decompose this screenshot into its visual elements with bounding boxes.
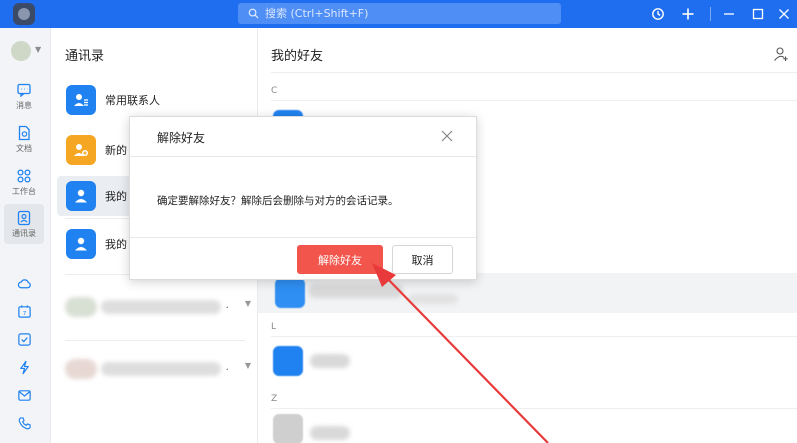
- calendar-icon[interactable]: 7: [15, 302, 33, 320]
- titlebar-divider: [710, 7, 711, 21]
- svg-text:7: 7: [22, 311, 26, 317]
- my-groups-icon: [66, 229, 96, 259]
- new-friends-icon: [66, 135, 96, 165]
- search-icon: [248, 8, 259, 19]
- letter-index: L: [271, 322, 277, 332]
- friend-avatar[interactable]: [273, 346, 303, 376]
- nav-label-docs: 文档: [16, 143, 32, 153]
- letter-index: Z: [271, 394, 278, 404]
- task-icon[interactable]: [15, 330, 33, 348]
- divider: [271, 336, 797, 337]
- search-placeholder: 搜索 (Ctrl+Shift+F): [265, 7, 369, 20]
- divider: [271, 72, 797, 73]
- unfriend-dialog: 解除好友 确定要解除好友？解除后会删除与对方的会话记录。 解除好友 取消: [129, 116, 477, 280]
- blurred-name: [101, 300, 221, 314]
- chat-icon: [17, 83, 31, 97]
- confirm-unfriend-button[interactable]: 解除好友: [297, 245, 383, 274]
- minimize-icon[interactable]: [719, 4, 739, 24]
- nav-item-contacts[interactable]: 通讯录: [4, 204, 44, 244]
- nav-item-workbench[interactable]: 工作台: [4, 162, 44, 202]
- user-avatar[interactable]: [11, 41, 31, 61]
- contact-category-label: 我的: [105, 190, 127, 203]
- contact-group-row[interactable]: . ▼: [65, 358, 251, 380]
- contact-category-label: 常用联系人: [105, 94, 160, 107]
- divider: [271, 100, 797, 101]
- frequent-contacts-icon: [66, 85, 96, 115]
- blurred-name: [101, 362, 221, 376]
- letter-index: C: [271, 86, 278, 96]
- nav-label-workbench: 工作台: [12, 186, 36, 196]
- contacts-icon: [17, 210, 31, 225]
- nav-item-messages[interactable]: 消息: [4, 76, 44, 116]
- my-friends-icon: [66, 181, 96, 211]
- friend-avatar[interactable]: [273, 414, 303, 443]
- dialog-divider: [130, 156, 476, 157]
- add-friend-icon[interactable]: [773, 46, 789, 62]
- lightning-icon[interactable]: [15, 358, 33, 376]
- contacts-title: 通讯录: [65, 49, 105, 64]
- document-icon: [18, 125, 30, 140]
- friends-title: 我的好友: [271, 49, 324, 64]
- divider: [65, 340, 245, 341]
- dialog-title: 解除好友: [157, 131, 206, 145]
- dialog-message: 确定要解除好友？解除后会删除与对方的会话记录。: [157, 195, 399, 207]
- contact-category-frequent[interactable]: 常用联系人: [57, 80, 253, 120]
- maximize-icon[interactable]: [748, 4, 768, 24]
- chevron-down-icon[interactable]: ▼: [245, 361, 251, 370]
- blurred-avatar: [65, 359, 97, 379]
- nav-rail: ▼ 消息 文档 工作台 通讯录 7: [0, 28, 51, 443]
- blurred-avatar: [65, 297, 97, 317]
- close-icon[interactable]: [441, 130, 453, 142]
- cancel-button[interactable]: 取消: [392, 245, 453, 274]
- nav-label-messages: 消息: [16, 100, 32, 110]
- friend-avatar[interactable]: [275, 278, 305, 308]
- chevron-down-icon[interactable]: ▼: [35, 45, 41, 54]
- blurred-name: [408, 294, 458, 304]
- search-input[interactable]: 搜索 (Ctrl+Shift+F): [238, 3, 561, 24]
- contact-category-label: 新的: [105, 144, 127, 157]
- cloud-icon[interactable]: [15, 274, 33, 292]
- group-mark: .: [225, 298, 230, 311]
- nav-label-contacts: 通讯录: [12, 228, 36, 238]
- title-bar: 搜索 (Ctrl+Shift+F): [0, 0, 797, 28]
- phone-icon[interactable]: [15, 414, 33, 432]
- chevron-down-icon[interactable]: ▼: [245, 299, 251, 308]
- close-icon[interactable]: [774, 4, 794, 24]
- contact-group-row[interactable]: . ▼: [65, 296, 251, 318]
- contact-category-label: 我的: [105, 238, 127, 251]
- plus-icon[interactable]: [678, 4, 698, 24]
- group-mark: .: [225, 360, 230, 373]
- dialog-divider: [130, 237, 476, 238]
- blurred-name: [308, 284, 403, 298]
- history-icon[interactable]: [648, 4, 668, 24]
- mail-icon[interactable]: [15, 386, 33, 404]
- app-logo: [13, 3, 35, 25]
- divider: [271, 408, 797, 409]
- blurred-name: [310, 426, 350, 440]
- apps-icon: [17, 168, 31, 183]
- blurred-name: [310, 354, 350, 368]
- nav-item-docs[interactable]: 文档: [4, 119, 44, 159]
